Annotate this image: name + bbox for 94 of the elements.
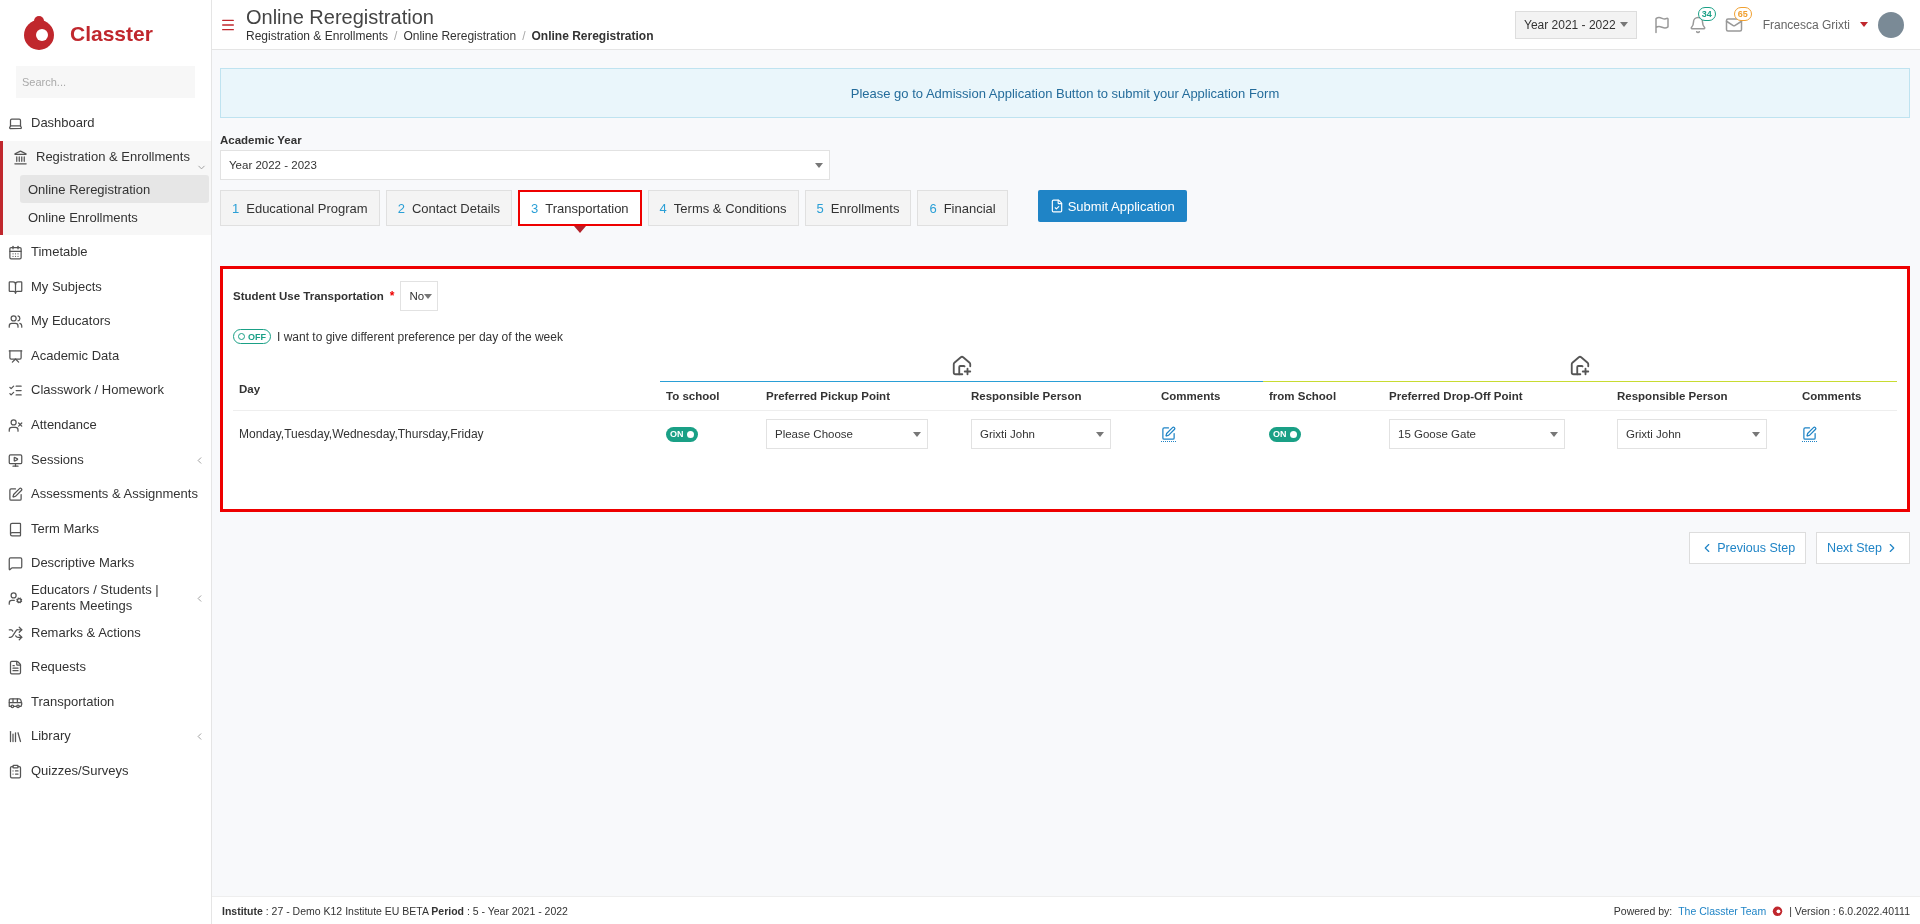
book-icon [8, 521, 23, 537]
presentation-icon [8, 348, 23, 364]
team-link[interactable]: The Classter Team [1678, 904, 1767, 917]
logo-icon [1772, 904, 1784, 917]
powered-by-text: Powered by: [1613, 904, 1673, 917]
person-select[interactable]: Grixti John [971, 419, 1111, 449]
mail-icon[interactable] [1724, 15, 1743, 34]
column-header: from School [1263, 382, 1383, 411]
user-name[interactable]: Francesca Grixti [1762, 17, 1850, 32]
tab-pointer-icon [573, 226, 586, 233]
version-text: | Version : 6.0.2022.40111 [1789, 904, 1910, 917]
sidebar-item[interactable]: Registration & Enrollments [0, 140, 211, 176]
sidebar-item[interactable]: Transportation [0, 684, 211, 720]
book-icon [8, 279, 23, 295]
breadcrumb-separator: / [522, 29, 526, 43]
sidebar-item[interactable]: Term Marks [0, 511, 211, 547]
breadcrumb[interactable]: Registration & Enrollments [246, 29, 389, 43]
step-tab[interactable]: 2 Contact Details [385, 190, 513, 226]
step-tab[interactable]: 6 Financial [917, 190, 1008, 226]
house-icon [950, 354, 973, 377]
required-mark: * [389, 289, 395, 303]
transport-select[interactable]: No [400, 281, 439, 311]
next-step-button[interactable]: Next Step [1816, 532, 1910, 564]
step-tab[interactable]: 4 Terms & Conditions [647, 190, 799, 226]
laptop-icon [8, 115, 23, 131]
user-avatar[interactable] [1878, 11, 1904, 38]
dropoff-select[interactable]: 15 Goose Gate [1389, 419, 1565, 449]
user-icon [8, 590, 23, 606]
edit-icon[interactable] [1802, 426, 1817, 441]
toggle-label: I want to give different preference per day of the week [277, 329, 563, 344]
column-header: Comments [1796, 382, 1897, 411]
column-header: Day [233, 350, 660, 411]
sidebar-item[interactable]: Classwork / Homework [0, 373, 211, 409]
step-tab[interactable]: 1 Educational Program [220, 190, 380, 226]
flag-icon[interactable] [1652, 15, 1671, 34]
sidebar-item[interactable]: Quizzes/Surveys [0, 754, 211, 789]
column-header: Responsible Person [1611, 382, 1796, 411]
house-icon [1569, 354, 1591, 377]
document-icon [1049, 199, 1064, 213]
document-icon [8, 660, 23, 676]
submit-application-button[interactable]: Submit Application [1037, 190, 1187, 222]
shuffle-icon [8, 625, 23, 641]
bell-icon[interactable] [1688, 15, 1707, 34]
library-icon [8, 729, 23, 745]
breadcrumb-separator: / [394, 29, 398, 43]
field-label: Academic Year [220, 134, 303, 146]
column-header: Comments [1155, 382, 1263, 411]
sidebar-item[interactable]: Remarks & Actions [0, 615, 211, 651]
sidebar-item[interactable]: My Subjects [0, 269, 211, 305]
sidebar-item[interactable]: Educators / Students | Parents Meetings [0, 581, 211, 616]
pickup-select[interactable]: Please Choose [766, 419, 928, 449]
previous-step-button[interactable]: Previous Step [1689, 532, 1807, 564]
sidebar-item[interactable]: Library [0, 719, 211, 755]
notification-count: 34 [1697, 6, 1716, 21]
day-cell-text: Monday,Tuesday,Wednesday,Thursday,Friday [238, 426, 485, 443]
column-header: To school [660, 382, 760, 411]
info-alert: Please go to Admission Application Button to submit your Application Form [220, 68, 1910, 118]
breadcrumb: Online Reregistration [531, 29, 654, 43]
sidebar-item[interactable]: Descriptive Marks [0, 546, 211, 582]
people-icon [8, 314, 23, 330]
sidebar-item[interactable]: Academic Data [0, 338, 211, 374]
sidebar-item[interactable]: My Educators [0, 304, 211, 339]
calendar-icon [8, 245, 23, 260]
person-select[interactable]: Grixti John [1617, 419, 1767, 449]
field-label: Student Use Transportation [233, 290, 384, 302]
column-header: Preferred Drop-Off Point [1383, 382, 1611, 411]
bank-icon [13, 150, 28, 166]
step-tab[interactable]: 5 Enrollments [804, 190, 912, 226]
clipboard-icon [8, 763, 23, 779]
checklist-icon [8, 383, 23, 399]
logo-icon [22, 15, 56, 53]
comment-icon [8, 556, 23, 572]
search-field[interactable]: Search... [16, 66, 195, 98]
edit-icon[interactable] [1161, 426, 1176, 441]
breadcrumb[interactable]: Online Reregistration [403, 29, 517, 43]
sidebar-item[interactable]: Requests [0, 650, 211, 685]
sidebar-item[interactable]: Dashboard [0, 106, 211, 141]
brand-name: Classter [70, 22, 153, 46]
sidebar-item[interactable]: Timetable [0, 235, 211, 270]
user-x-icon [8, 417, 23, 433]
sidebar-item[interactable]: Attendance [0, 408, 211, 443]
sidebar-item[interactable]: Sessions [0, 442, 211, 478]
column-header: Responsible Person [965, 382, 1155, 411]
institute-info: Institute : 27 - Demo K12 Institute EU BETA Period : 5 - Year 2021 - 2022 [222, 904, 568, 917]
edit-icon [8, 487, 23, 503]
column-header: Preferred Pickup Point [760, 382, 965, 411]
sidebar-subitem[interactable]: Online Reregistration [20, 175, 209, 204]
sidebar-subitem[interactable]: Online Enrollments [20, 203, 209, 232]
monitor-icon [8, 452, 23, 468]
sidebar-item[interactable]: Assessments & Assignments [0, 477, 211, 512]
academic-year-select[interactable]: Year 2022 - 2023 [220, 150, 830, 180]
page-title: Online Reregistration [246, 6, 435, 29]
message-count: 65 [1733, 6, 1752, 21]
year-dropdown[interactable]: Year 2021 - 2022 [1515, 10, 1637, 39]
